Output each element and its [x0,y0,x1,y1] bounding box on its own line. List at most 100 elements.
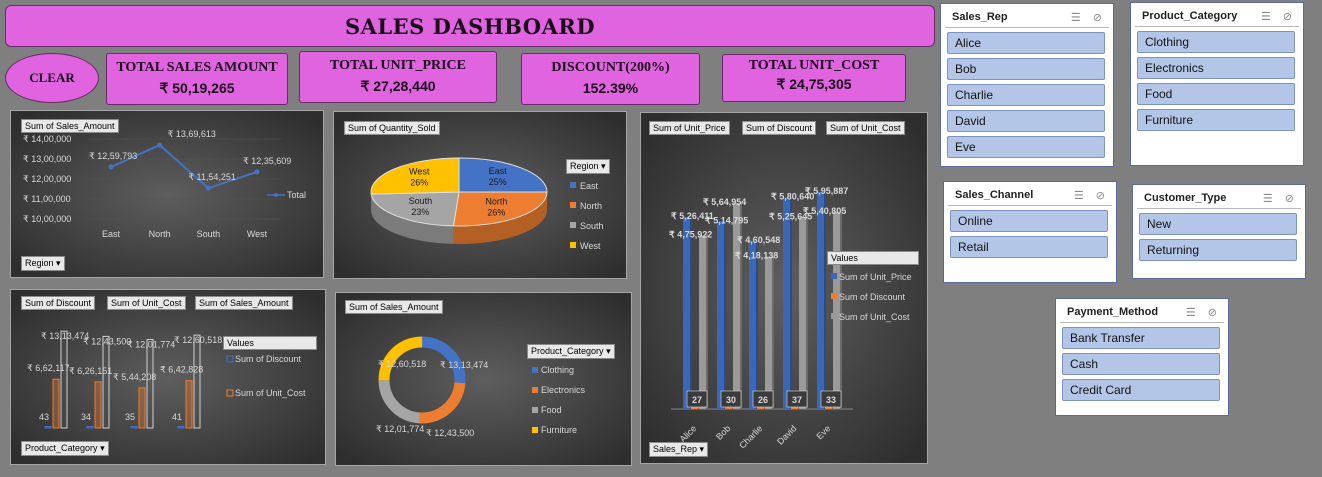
legend-filter-product-category[interactable]: Product_Category ▾ [527,344,615,359]
kpi-label: TOTAL SALES AMOUNT [116,60,278,75]
data-label-discount: 37 [792,395,802,405]
clear-filter-icon[interactable]: ⊘ [1093,11,1102,24]
multi-select-icon[interactable]: ☰ [1074,189,1084,202]
legend-swatch [532,387,538,393]
slicer-item-food[interactable]: Food [1137,83,1295,105]
slicer-item-eve[interactable]: Eve [947,136,1105,158]
y-tick-label: ₹ 14,00,000 [23,134,71,144]
kpi-value: 152.39% [582,80,639,96]
data-label-sales-amount: ₹ 12,43,500 [83,336,131,346]
slicer-item-online[interactable]: Online [950,210,1108,232]
legend-label: Furniture [541,425,577,435]
sales-rep-column-chart: 27 ₹ 5,26,411 ₹ 4,75,922 Alice 30 ₹ 5,14,795 ₹… [640,112,928,464]
data-point [205,185,211,191]
slicer-item-bank-transfer[interactable]: Bank Transfer [1062,327,1220,349]
data-label-unit-price: ₹ 5,95,887 [805,186,848,196]
slicer-title: Sales_Channel [955,189,1034,201]
kpi-value: ₹ 24,75,305 [776,76,852,92]
data-label: ₹ 12,01,774 [376,424,424,434]
legend-label: Sum of Discount [839,292,906,302]
field-button-quantity-sold[interactable]: Sum of Quantity_Sold [344,121,440,135]
field-button-unit-cost[interactable]: Sum of Unit_Cost [107,296,186,310]
bar-chart-svg: 43₹ 6,62,117₹ 13,13,47434₹ 6,26,151₹ 12,… [11,290,325,464]
legend-swatch [532,407,538,413]
y-tick-label: ₹ 12,00,000 [23,174,71,184]
slicer-item-clothing[interactable]: Clothing [1137,31,1295,53]
filter-button-product-category[interactable]: Product_Category ▾ [21,441,109,456]
slicer-item-furniture[interactable]: Furniture [1137,109,1295,131]
slicer-item-bob[interactable]: Bob [947,58,1105,80]
filter-button-region[interactable]: Region ▾ [21,256,65,271]
bar [749,241,756,409]
bar [177,426,185,429]
data-label-sales-amount: ₹ 12,01,774 [127,339,175,349]
data-label-unit-cost: ₹ 4,18,138 [735,251,778,261]
data-point [254,169,260,175]
bar [817,191,824,409]
field-button-unit-cost[interactable]: Sum of Unit_Cost [826,121,905,135]
bar-chart-svg: 27₹ 5,26,411₹ 4,75,922Alice30₹ 5,14,795₹… [641,113,927,463]
dashboard-title: SALES DASHBOARD [5,5,935,47]
bar-side [790,195,792,409]
data-label: ₹ 12,60,518 [378,359,426,369]
field-button-sales-amount[interactable]: Sum of Sales_Amount [345,300,443,314]
slicer-customer-type: Customer_Type ☰ ⊘ New Returning [1132,184,1306,279]
filter-label: Region [570,161,599,171]
multi-select-icon[interactable]: ☰ [1263,192,1273,205]
clear-button[interactable]: CLEAR [5,53,99,103]
legend-title-values: Values [223,336,317,350]
legend-filter-region[interactable]: Region ▾ [566,159,610,174]
field-button-discount[interactable]: Sum of Discount [742,121,817,135]
data-point [108,164,114,170]
slicer-item-charlie[interactable]: Charlie [947,84,1105,106]
bar [86,426,94,429]
data-label: ₹ 12,43,500 [426,428,474,438]
multi-select-icon[interactable]: ☰ [1261,10,1271,23]
bar [138,387,146,429]
bar-side [840,209,842,409]
data-label-discount: 27 [692,395,702,405]
slicer-title: Sales_Rep [952,11,1008,23]
cost-discount-by-category-chart: 43 ₹ 6,62,117 ₹ 13,13,474 34 ₹ 6,26,151 ₹ 12,… [10,289,326,465]
slicer-payment-method: Payment_Method ☰ ⊘ Bank Transfer Cash Cre… [1055,298,1229,416]
bar [44,426,52,429]
data-label: ₹ 13,13,474 [440,360,488,370]
dropdown-arrow-icon: ▾ [56,258,61,268]
slicer-item-cash[interactable]: Cash [1062,353,1220,375]
dropdown-arrow-icon: ▾ [699,444,705,454]
y-tick-label: ₹ 10,00,000 [23,214,71,224]
field-button-sales-amount[interactable]: Sum of Sales_Amount [195,296,293,310]
data-label-sales-amount: ₹ 12,60,518 [174,335,222,345]
clear-filter-icon[interactable]: ⊘ [1285,192,1294,205]
legend-swatch [532,367,538,373]
bar [799,217,806,409]
multi-select-icon[interactable]: ☰ [1186,306,1196,319]
quantity-by-region-pie-chart: East 25% North 26% South 23% West 26% East North S… [333,111,627,279]
slicer-item-alice[interactable]: Alice [947,32,1105,54]
data-label: ₹ 11,54,251 [188,172,236,182]
field-button-unit-price[interactable]: Sum of Unit_Price [649,121,730,135]
filter-button-sales-rep[interactable]: Sales_Rep ▾ [649,442,709,457]
bar-side [706,233,708,409]
clear-filter-icon[interactable]: ⊘ [1283,10,1292,23]
slicer-item-new[interactable]: New [1139,213,1297,235]
slicer-item-credit-card[interactable]: Credit Card [1062,379,1220,401]
legend-swatch [532,427,538,433]
data-label-unit-cost: ₹ 6,62,117 [27,363,70,373]
field-button-discount[interactable]: Sum of Discount [21,296,96,310]
clear-filter-icon[interactable]: ⊘ [1208,306,1217,319]
slicer-item-retail[interactable]: Retail [950,236,1108,258]
field-button-sales-amount[interactable]: Sum of Sales_Amount [21,119,119,133]
slice-category-label: South [409,196,433,206]
slicer-item-david[interactable]: David [947,110,1105,132]
legend-label: Clothing [541,365,574,375]
slicer-item-returning[interactable]: Returning [1139,239,1297,261]
data-point [157,142,163,148]
kpi-value: ₹ 27,28,440 [360,78,436,94]
kpi-discount: DISCOUNT(200%) 152.39% [521,53,700,105]
slice-percent-label: 23% [411,207,429,217]
bar [765,256,772,409]
multi-select-icon[interactable]: ☰ [1071,11,1081,24]
clear-filter-icon[interactable]: ⊘ [1096,189,1105,202]
slicer-item-electronics[interactable]: Electronics [1137,57,1295,79]
